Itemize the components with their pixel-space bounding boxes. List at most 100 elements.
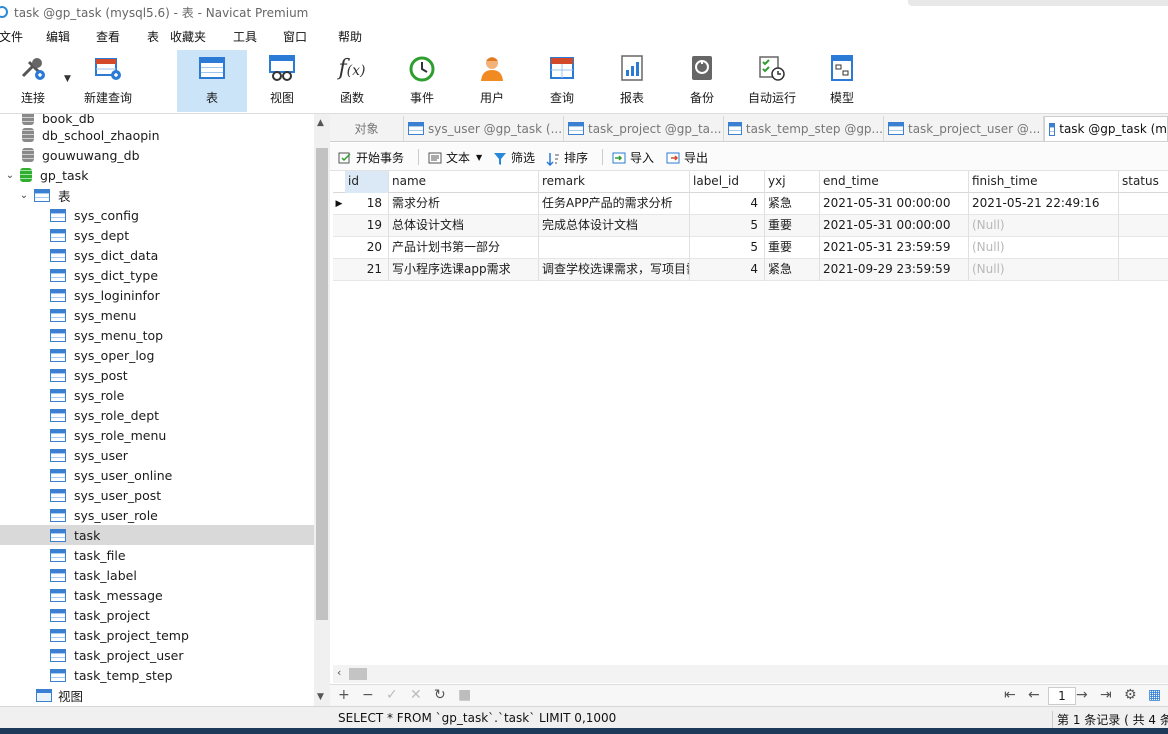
cell-end-time[interactable]: 2021-05-31 00:00:00 (820, 193, 969, 215)
sort-button[interactable]: 排序 (546, 149, 588, 166)
column-header-end-time[interactable]: end_time (820, 171, 969, 193)
tree-table-item[interactable]: task_message (0, 585, 314, 605)
user-button[interactable]: 用户 (470, 50, 514, 112)
delete-record-icon[interactable]: − (362, 687, 374, 703)
import-button[interactable]: 导入 (612, 149, 654, 166)
chevron-down-icon[interactable]: ⌄ (4, 170, 16, 181)
cell-end-time[interactable]: 2021-09-29 23:59:59 (820, 259, 969, 281)
cell-finish-time[interactable]: (Null) (969, 237, 1119, 259)
cell-name[interactable]: 总体设计文档 (389, 215, 539, 237)
tree-table-item[interactable]: sys_dict_type (0, 265, 314, 285)
cell-finish-time[interactable]: (Null) (969, 215, 1119, 237)
window-controls[interactable] (908, 0, 1168, 6)
stop-icon[interactable]: ■ (458, 687, 471, 703)
column-header-label-id[interactable]: label_id (690, 171, 765, 193)
tree-table-item[interactable]: sys_role_menu (0, 425, 314, 445)
next-page-icon[interactable]: → (1076, 687, 1088, 703)
tree-db-gouwuwang[interactable]: gouwuwang_db (0, 145, 314, 165)
function-button[interactable]: f(x) 函数 (330, 50, 374, 112)
table-button[interactable]: 表 (177, 50, 247, 112)
cell-yxj[interactable]: 紧急 (765, 193, 820, 215)
discard-changes-icon[interactable]: ✕ (410, 687, 422, 703)
cell-end-time[interactable]: 2021-05-31 00:00:00 (820, 215, 969, 237)
begin-transaction-button[interactable]: 开始事务 (338, 149, 404, 166)
cell-id[interactable]: 20 (345, 237, 389, 259)
cell-status[interactable] (1119, 259, 1168, 281)
new-query-button[interactable]: 新建查询 (80, 50, 136, 112)
connect-button[interactable]: 连接 (8, 50, 58, 112)
scroll-down-icon[interactable]: ▼ (317, 692, 324, 702)
tree-table-item[interactable]: sys_dict_data (0, 245, 314, 265)
column-header-id[interactable]: id (345, 171, 389, 193)
refresh-icon[interactable]: ↻ (434, 687, 446, 703)
cell-status[interactable] (1119, 215, 1168, 237)
column-header-status[interactable]: status (1119, 171, 1168, 193)
menu-view[interactable]: 查看 (96, 28, 120, 45)
cell-name[interactable]: 需求分析 (389, 193, 539, 215)
tree-scrollbar-thumb[interactable] (316, 148, 328, 620)
tree-table-item[interactable]: task_temp_step (0, 665, 314, 685)
column-header-name[interactable]: name (389, 171, 539, 193)
tab-task-temp-step[interactable]: task_temp_step @gp... (724, 116, 884, 141)
column-header-remark[interactable]: remark (539, 171, 690, 193)
tree-table-item[interactable]: task_project (0, 605, 314, 625)
menu-table[interactable]: 表 (147, 28, 159, 45)
tree-table-item[interactable]: sys_post (0, 365, 314, 385)
cell-remark[interactable]: 完成总体设计文档 (539, 215, 690, 237)
cell-id[interactable]: 19 (345, 215, 389, 237)
menu-window[interactable]: 窗口 (283, 28, 307, 45)
cell-remark[interactable]: 任务APP产品的需求分析 (539, 193, 690, 215)
tab-task-project[interactable]: task_project @gp_ta... (564, 116, 724, 141)
settings-gear-icon[interactable]: ⚙ (1124, 687, 1137, 703)
report-button[interactable]: 报表 (610, 50, 654, 112)
tree-db-gp-task[interactable]: ⌄ gp_task (0, 165, 314, 185)
tab-task-project-user[interactable]: task_project_user @... (884, 116, 1044, 141)
column-header-finish-time[interactable]: finish_time (969, 171, 1119, 193)
tree-folder-tables[interactable]: ⌄ 表 (0, 185, 314, 205)
tree-table-item[interactable]: sys_user_post (0, 485, 314, 505)
last-page-icon[interactable]: ⇥ (1100, 687, 1112, 703)
cell-status[interactable] (1119, 193, 1168, 215)
tab-sys-user[interactable]: sys_user @gp_task (... (404, 116, 564, 141)
scroll-up-icon[interactable]: ▲ (317, 118, 324, 128)
grid-view-icon[interactable]: ▦ (1148, 687, 1161, 703)
previous-page-icon[interactable]: ← (1028, 687, 1040, 703)
table-row[interactable]: 21 写小程序选课app需求 调查学校选课需求，写项目需 4 紧急 2021-0… (333, 259, 1168, 281)
menu-edit[interactable]: 编辑 (46, 28, 70, 45)
tree-table-item-selected[interactable]: task (0, 525, 314, 545)
cell-label-id[interactable]: 4 (690, 193, 765, 215)
tree-table-item[interactable]: sys_menu (0, 305, 314, 325)
tree-table-item[interactable]: sys_config (0, 205, 314, 225)
cell-yxj[interactable]: 紧急 (765, 259, 820, 281)
apply-changes-icon[interactable]: ✓ (386, 687, 398, 703)
tree-table-item[interactable]: task_file (0, 545, 314, 565)
cell-yxj[interactable]: 重要 (765, 215, 820, 237)
cell-label-id[interactable]: 4 (690, 259, 765, 281)
tree-table-item[interactable]: task_label (0, 565, 314, 585)
tree-table-item[interactable]: sys_user_role (0, 505, 314, 525)
filter-button[interactable]: 筛选 (493, 149, 535, 166)
tree-folder-views[interactable]: 视图 (0, 685, 314, 705)
cell-id[interactable]: 18 (345, 193, 389, 215)
tree-table-item[interactable]: sys_dept (0, 225, 314, 245)
tree-table-item[interactable]: sys_user (0, 445, 314, 465)
tree-table-item[interactable]: sys_user_online (0, 465, 314, 485)
model-button[interactable]: 模型 (820, 50, 864, 112)
tab-task-active[interactable]: task @gp_task (m (1044, 116, 1168, 141)
automation-button[interactable]: 自动运行 (744, 50, 800, 112)
column-header-yxj[interactable]: yxj (765, 171, 820, 193)
cell-id[interactable]: 21 (345, 259, 389, 281)
cell-name[interactable]: 产品计划书第一部分 (389, 237, 539, 259)
cell-remark[interactable] (539, 237, 690, 259)
chevron-down-icon[interactable]: ⌄ (18, 190, 30, 201)
tree-table-item[interactable]: sys_oper_log (0, 345, 314, 365)
table-row[interactable]: 19 总体设计文档 完成总体设计文档 5 重要 2021-05-31 00:00… (333, 215, 1168, 237)
text-view-button[interactable]: 文本 ▼ (428, 149, 482, 166)
tree-table-item[interactable]: task_project_temp (0, 625, 314, 645)
event-button[interactable]: 事件 (400, 50, 444, 112)
view-button[interactable]: 视图 (256, 50, 308, 112)
grid-horizontal-scrollbar[interactable]: ‹ (333, 665, 1168, 683)
cell-label-id[interactable]: 5 (690, 237, 765, 259)
tree-table-item[interactable]: sys_logininfor (0, 285, 314, 305)
add-record-icon[interactable]: + (338, 687, 350, 703)
